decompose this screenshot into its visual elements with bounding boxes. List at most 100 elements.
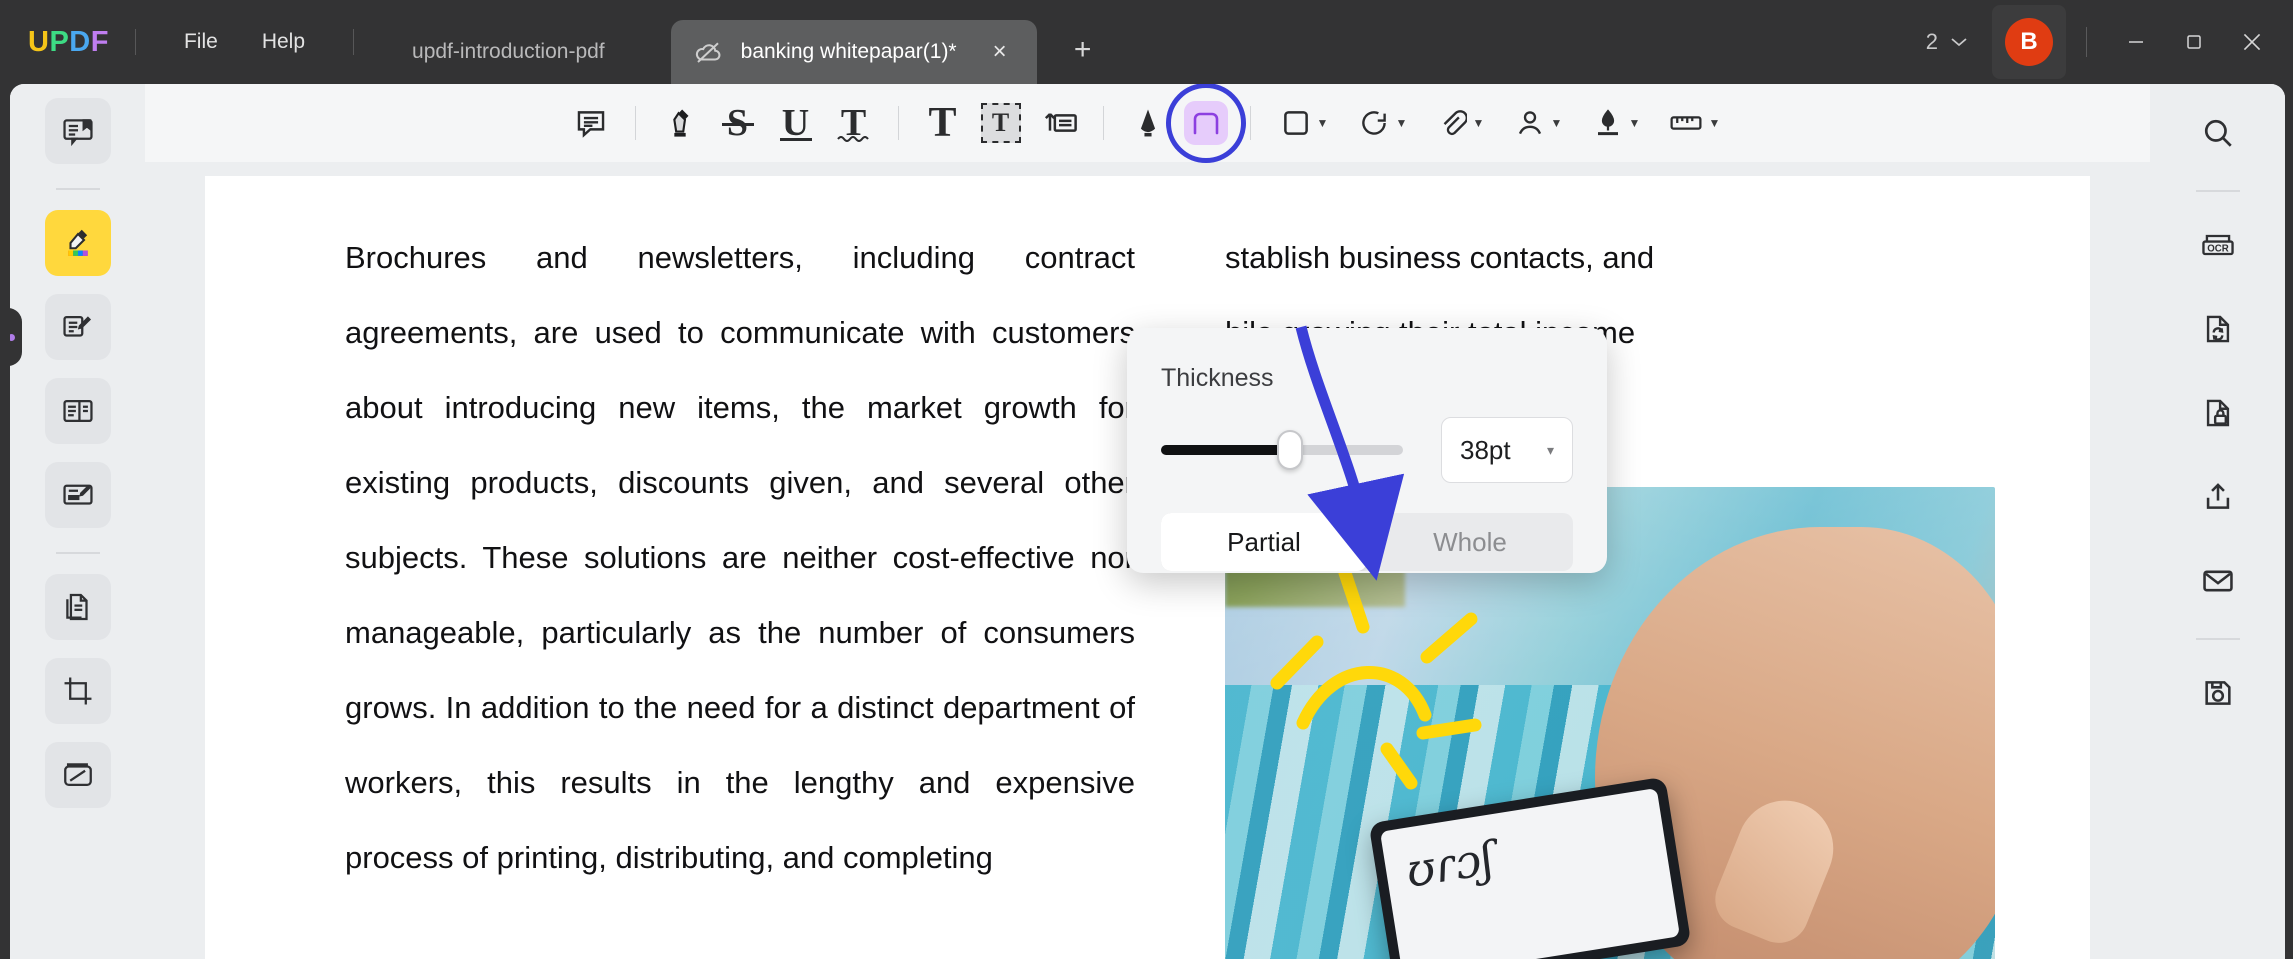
coverage-segmented-control: Partial Whole [1161, 513, 1573, 571]
avatar: B [2005, 18, 2053, 66]
tool-measure[interactable]: ▼ [1657, 95, 1733, 151]
sidebar-collapse-handle[interactable] [10, 308, 22, 366]
tool-attachment[interactable]: ▼ [1423, 95, 1499, 151]
popup-title: Thickness [1161, 364, 1274, 392]
tab-banking-whitepaper[interactable]: banking whitepapar(1)* × [670, 20, 1037, 84]
app-body: S U T T [0, 84, 2293, 959]
updf-logo: U P D F [28, 26, 109, 59]
slider-handle[interactable] [1277, 430, 1304, 470]
divider [1249, 106, 1251, 140]
minimize-button[interactable] [2107, 0, 2165, 84]
sidebar-item-search[interactable] [2185, 100, 2251, 166]
divider [2086, 27, 2087, 57]
annotation-toolbar: S U T T [145, 84, 2150, 162]
sidebar-item-annotate[interactable] [44, 210, 111, 276]
chevron-down-icon: ▼ [1708, 116, 1721, 130]
divider [2195, 638, 2240, 640]
divider [134, 29, 136, 55]
tab-count-dropdown[interactable]: 2 [1914, 23, 1980, 61]
chevron-down-icon: ▼ [1550, 116, 1563, 130]
chevron-down-icon [1950, 36, 1968, 48]
tab-close-button[interactable]: × [985, 37, 1015, 67]
chevron-down-icon: ▼ [1395, 116, 1408, 130]
chevron-down-icon: ▼ [1472, 116, 1485, 130]
segment-whole[interactable]: Whole [1367, 513, 1573, 571]
segment-partial[interactable]: Partial [1161, 513, 1367, 571]
pdf-cloud-icon [693, 37, 723, 67]
tool-callout[interactable] [1031, 95, 1087, 151]
thickness-size-value: 38pt [1460, 434, 1511, 465]
sidebar-item-reader[interactable] [44, 98, 111, 164]
title-bar: U P D F File Help updf-introduction-pdf [0, 0, 2293, 84]
main-column: S U T T [145, 84, 2150, 959]
logo-letter-d: D [69, 25, 91, 58]
strike-line [721, 123, 754, 126]
sidebar-item-save[interactable] [2185, 660, 2251, 726]
menu-help[interactable]: Help [240, 22, 327, 62]
chevron-down-icon: ▼ [1316, 116, 1329, 130]
highlighter-rounded-icon [1183, 101, 1228, 145]
tab-label: updf-introduction-pdf [412, 40, 605, 63]
divider [1102, 106, 1104, 140]
divider [634, 106, 636, 140]
divider [55, 188, 100, 190]
document-viewport[interactable]: Brochures and newsletters, including con… [145, 162, 2150, 959]
tool-signature[interactable]: ▼ [1501, 95, 1577, 151]
menu-file[interactable]: File [162, 22, 240, 62]
tool-shapes[interactable]: ▼ [1267, 95, 1343, 151]
sidebar-item-organize[interactable] [44, 574, 111, 640]
thickness-slider[interactable] [1161, 428, 1403, 472]
sidebar-item-pages[interactable] [44, 378, 111, 444]
logo-letter-f: F [90, 25, 109, 58]
tool-strikethrough[interactable]: S [710, 95, 766, 151]
text-tool-icon: T [928, 100, 957, 146]
sidebar-item-share[interactable] [2185, 464, 2251, 530]
divider [897, 106, 899, 140]
sidebar-item-crop[interactable] [44, 658, 111, 724]
tool-pen[interactable] [1120, 95, 1176, 151]
right-sidebar: OCR [2150, 84, 2285, 959]
account-button[interactable]: B [1992, 5, 2066, 79]
logo-letter-p: P [49, 25, 70, 58]
thickness-popup[interactable]: Thickness 38pt ▾ Partial Whole [1127, 328, 1607, 573]
tool-squiggly[interactable]: T [826, 95, 882, 151]
sidebar-item-fill-sign[interactable] [44, 462, 111, 528]
sidebar-item-edit[interactable] [44, 294, 111, 360]
tool-highlight-text[interactable] [652, 95, 708, 151]
tool-note[interactable] [563, 95, 619, 151]
tool-seal-stamp[interactable]: ▼ [1579, 95, 1655, 151]
tab-count-value: 2 [1925, 29, 1938, 54]
updf-app-window: U P D F File Help updf-introduction-pdf [0, 0, 2293, 959]
chevron-down-icon: ▾ [1546, 441, 1554, 458]
text-field-icon: T [991, 108, 1010, 137]
sidebar-item-email[interactable] [2185, 548, 2251, 614]
thickness-size-dropdown[interactable]: 38pt ▾ [1441, 417, 1573, 483]
sidebar-item-ocr[interactable]: OCR [2185, 212, 2251, 278]
tool-underline[interactable]: U [768, 95, 824, 151]
new-tab-button[interactable]: + [1063, 30, 1103, 70]
left-sidebar [10, 84, 145, 959]
sidebar-item-convert[interactable] [2185, 296, 2251, 362]
tab-label: banking whitepapar(1)* [740, 40, 957, 63]
divider [2195, 190, 2240, 192]
window-right-controls: 2 B [1914, 0, 2293, 84]
sidebar-item-redact[interactable] [44, 742, 111, 808]
tab-updf-introduction[interactable]: updf-introduction-pdf [390, 20, 627, 84]
svg-text:OCR: OCR [2207, 243, 2229, 254]
paragraph-left: Brochures and newsletters, including con… [345, 240, 1135, 875]
chevron-down-icon: ▼ [1628, 116, 1641, 130]
slider-fill [1161, 445, 1287, 455]
divider [353, 29, 355, 55]
tool-stamp[interactable]: ▼ [1345, 95, 1421, 151]
logo-letter-u: U [28, 25, 50, 58]
divider [55, 552, 100, 554]
tool-text-field[interactable]: T [973, 95, 1029, 151]
doc-line: stablish business contacts, and [1225, 240, 1655, 275]
tool-text[interactable]: T [915, 95, 971, 151]
workspace: S U T T [10, 84, 2285, 959]
underline-line [779, 138, 812, 141]
tool-highlighter-shape[interactable] [1178, 95, 1234, 151]
maximize-button[interactable] [2165, 0, 2223, 84]
sidebar-item-protect[interactable] [2185, 380, 2251, 446]
close-button[interactable] [2223, 0, 2281, 84]
